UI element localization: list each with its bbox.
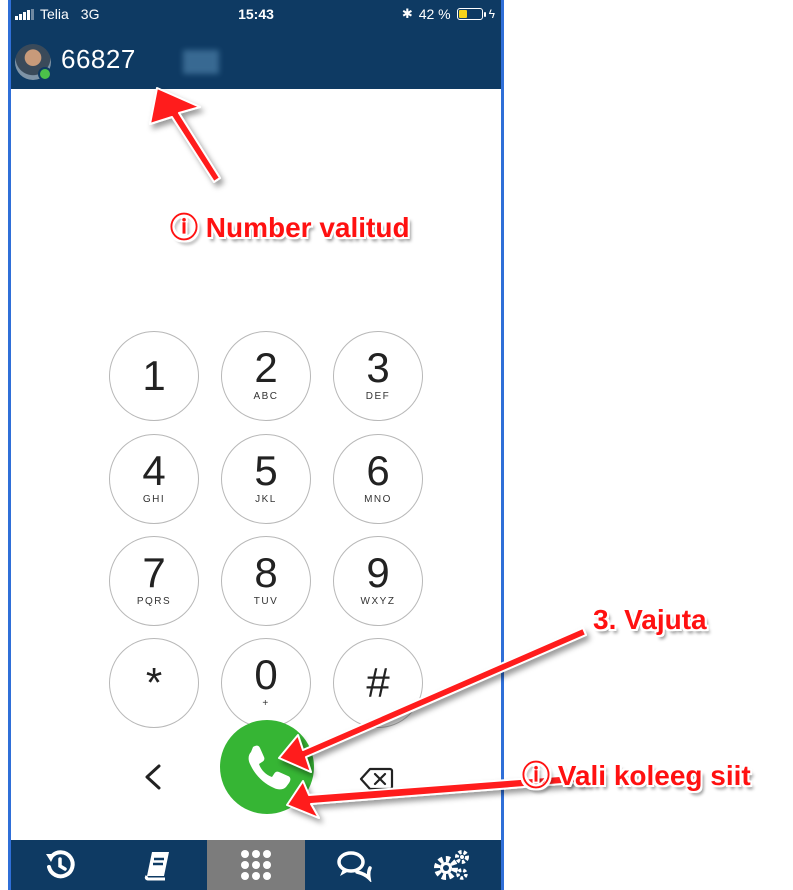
- key-2[interactable]: 2 ABC: [221, 331, 311, 421]
- battery-percent: 42 %: [418, 6, 451, 22]
- dialed-number: 66827: [61, 44, 136, 74]
- presence-online-icon: [38, 67, 52, 81]
- key-digit: 1: [142, 352, 166, 399]
- key-digit: 6: [366, 447, 390, 494]
- key-7[interactable]: 7 PQRS: [109, 536, 199, 626]
- key-8[interactable]: 8 TUV: [221, 536, 311, 626]
- status-bar: Telia 3G 15:43 ✱ 42 % ϟ: [11, 0, 501, 28]
- key-digit: 9: [366, 549, 390, 596]
- key-digit: 2: [254, 344, 278, 391]
- tab-bar: [11, 840, 501, 890]
- key-letters: JKL: [255, 494, 277, 505]
- annotation-number-selected: ⓘ Number valitud: [170, 212, 410, 243]
- key-digit: 5: [254, 447, 278, 494]
- key-digit: *: [145, 659, 163, 706]
- key-1[interactable]: 1: [109, 331, 199, 421]
- call-button[interactable]: [220, 720, 314, 814]
- phone-icon: [248, 745, 291, 790]
- key-digit: 4: [142, 447, 166, 494]
- key-hash[interactable]: #: [333, 638, 423, 728]
- key-letters: GHI: [142, 494, 166, 505]
- top-bar: Telia 3G 15:43 ✱ 42 % ϟ 66827: [11, 0, 501, 89]
- phone-screen: Telia 3G 15:43 ✱ 42 % ϟ 66827 1 2 ABC 3 DEF 4…: [8, 0, 504, 890]
- settings-gears-icon: [434, 850, 469, 880]
- key-5[interactable]: 5 JKL: [221, 434, 311, 524]
- tab-contacts[interactable]: [109, 840, 207, 890]
- key-4[interactable]: 4 GHI: [109, 434, 199, 524]
- tab-chat[interactable]: [305, 840, 403, 890]
- key-letters: WXYZ: [360, 596, 396, 607]
- key-star[interactable]: *: [109, 638, 199, 728]
- history-icon: [46, 850, 75, 879]
- key-letters: DEF: [365, 391, 391, 402]
- contacts-book-icon: [144, 852, 169, 881]
- charging-icon: ϟ: [488, 7, 495, 21]
- key-6[interactable]: 6 MNO: [333, 434, 423, 524]
- annotation-press: 3. Vajuta: [593, 604, 707, 635]
- key-letters: +: [262, 698, 270, 709]
- key-3[interactable]: 3 DEF: [333, 331, 423, 421]
- key-0[interactable]: 0 +: [221, 638, 311, 728]
- annotation-choose-colleague: ⓘ Vali koleeg siit: [522, 760, 751, 791]
- battery-icon: [456, 8, 486, 20]
- key-letters: PQRS: [136, 596, 172, 607]
- key-digit: 8: [254, 549, 278, 596]
- redacted-digits: [183, 50, 219, 74]
- tab-settings[interactable]: [403, 840, 501, 890]
- chevron-left-icon[interactable]: [139, 762, 169, 792]
- key-letters: ABC: [253, 391, 279, 402]
- key-letters: TUV: [253, 596, 279, 607]
- key-digit: 0: [254, 651, 278, 698]
- tab-history[interactable]: [11, 840, 109, 890]
- key-letters: MNO: [364, 494, 392, 505]
- key-digit: #: [366, 659, 390, 706]
- chat-icon: [337, 851, 372, 882]
- key-digit: 3: [366, 344, 390, 391]
- bluetooth-icon: ✱: [401, 6, 413, 21]
- backspace-icon[interactable]: [358, 765, 394, 793]
- key-digit: 7: [142, 549, 166, 596]
- avatar[interactable]: [15, 44, 52, 81]
- key-9[interactable]: 9 WXYZ: [333, 536, 423, 626]
- dialpad-icon: [241, 850, 271, 880]
- tab-dialpad[interactable]: [207, 840, 305, 890]
